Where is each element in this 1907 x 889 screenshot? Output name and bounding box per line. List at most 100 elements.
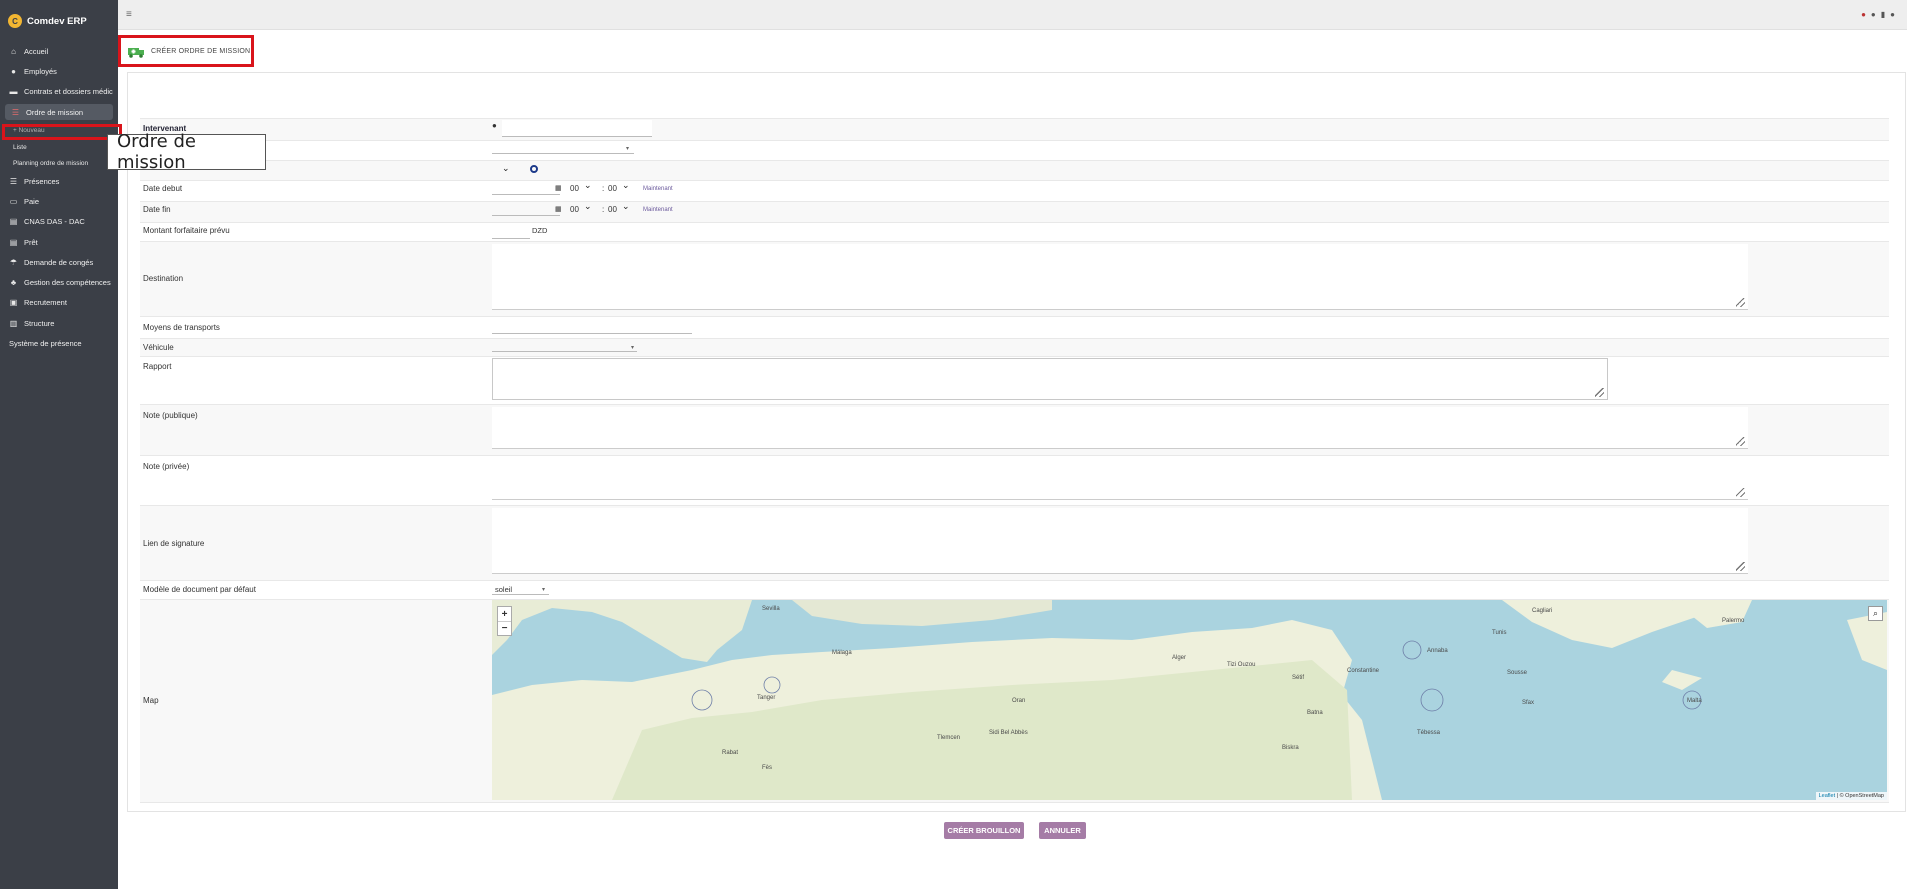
date-debut-hour[interactable]: 00: [570, 184, 579, 193]
map[interactable]: Sevilla Málaga Tanger Oran Alger Tizi Ou…: [492, 600, 1887, 800]
brand[interactable]: C Comdev ERP: [8, 14, 87, 28]
topbar-icons: ● ● ▮ ●: [1861, 10, 1895, 19]
intervenant-input[interactable]: [502, 120, 652, 137]
sidebar-subitem-liste[interactable]: Liste: [13, 144, 27, 151]
date-fin-now-link[interactable]: Maintenant: [643, 207, 673, 213]
folder-icon: ▬: [9, 86, 18, 96]
time-separator: :: [602, 184, 605, 193]
sidebar-subitem-nouveau[interactable]: + Nouveau: [13, 127, 45, 134]
leaflet-link[interactable]: Leaflet: [1819, 793, 1836, 799]
montant-input[interactable]: [492, 224, 530, 239]
map-label-place: Rabat: [722, 750, 739, 756]
sidebar-item-pret[interactable]: ▤ Prêt: [0, 234, 118, 250]
map-label-place: Tanger: [757, 695, 776, 701]
topbar: ≡ ● ● ▮ ●: [118, 0, 1907, 30]
note-publique-textarea[interactable]: [492, 407, 1748, 449]
montant-label: Montant forfaitaire prévu: [143, 226, 230, 235]
map-label-place: Tébessa: [1417, 730, 1441, 736]
chevron-down-icon[interactable]: ⌄: [622, 201, 630, 212]
sidebar-item-cnas[interactable]: ▤ CNAS DAS - DAC: [0, 213, 118, 229]
sidebar-item-structure[interactable]: ▥ Structure: [0, 315, 118, 331]
date-fin-label: Date fin: [143, 205, 171, 214]
resize-grip-icon[interactable]: [1736, 298, 1745, 307]
chevron-down-icon: ▾: [631, 345, 635, 351]
row-date-debut: [140, 180, 1889, 201]
vehicule-label: Véhicule: [143, 343, 174, 352]
user-icon: ●: [492, 121, 497, 130]
rapport-textarea[interactable]: [492, 358, 1608, 400]
chevron-down-icon[interactable]: ⌄: [584, 180, 592, 191]
row-modele: [140, 580, 1889, 599]
sidebar-item-employes[interactable]: ● Employés: [0, 63, 118, 79]
row-date-fin: [140, 201, 1889, 222]
sidebar-item-competences[interactable]: ♣ Gestion des compétences: [0, 274, 118, 290]
map-label-place: Fès: [762, 765, 773, 771]
date-debut-minute[interactable]: 00: [608, 184, 617, 193]
sidebar-item-conges[interactable]: ☂ Demande de congés: [0, 254, 118, 270]
map-label-place: Sétif: [1292, 675, 1305, 681]
select-field-1[interactable]: [492, 142, 634, 154]
tooltip: Ordre de mission: [107, 131, 266, 173]
page-title: CRÉER ORDRE DE MISSION: [151, 47, 251, 55]
map-label-place: Sidi Bel Abbès: [989, 730, 1028, 736]
sidebar-item-accueil[interactable]: ⌂ Accueil: [0, 43, 118, 59]
sidebar-item-ordre-de-mission[interactable]: ☰ Ordre de mission: [5, 104, 113, 120]
document-icon: ▤: [9, 237, 18, 247]
date-fin-input[interactable]: [492, 202, 560, 216]
zoom-out-button[interactable]: −: [498, 621, 511, 635]
note-privee-label: Note (privée): [143, 462, 190, 471]
mission-vehicle-icon: [128, 47, 144, 58]
page-title-box: CRÉER ORDRE DE MISSION: [118, 35, 254, 67]
messages-icon[interactable]: ●: [1871, 10, 1876, 19]
sidebar-item-presences[interactable]: ☰ Présences: [0, 173, 118, 189]
user-avatar-icon[interactable]: ●: [1890, 10, 1895, 19]
chevron-down-icon[interactable]: ⌄: [502, 163, 510, 174]
zoom-in-button[interactable]: +: [498, 607, 511, 621]
date-fin-hour[interactable]: 00: [570, 205, 579, 214]
briefcase-icon: ▣: [9, 297, 18, 307]
osm-attribution[interactable]: | © OpenStreetMap: [1837, 793, 1884, 799]
modele-label: Modèle de document par défaut: [143, 585, 256, 594]
cancel-button[interactable]: ANNULER: [1039, 822, 1086, 839]
sidebar: C Comdev ERP ⌂ Accueil ● Employés ▬ Contrat…: [0, 0, 122, 889]
lien-signature-textarea[interactable]: [492, 508, 1748, 574]
date-debut-input[interactable]: [492, 181, 560, 195]
map-search-icon[interactable]: ⌕: [1868, 606, 1883, 621]
radio-button[interactable]: [530, 165, 538, 173]
resize-grip-icon[interactable]: [1736, 562, 1745, 571]
row-select-2: [140, 160, 1889, 180]
chevron-down-icon[interactable]: ⌄: [584, 201, 592, 212]
sidebar-item-recrutement[interactable]: ▣ Recrutement: [0, 294, 118, 310]
calendar-icon[interactable]: ▦: [555, 205, 562, 213]
resize-grip-icon[interactable]: [1595, 388, 1604, 397]
sidebar-item-paie[interactable]: ▭ Paie: [0, 193, 118, 209]
sidebar-subitem-planning[interactable]: Planning ordre de mission: [13, 160, 88, 167]
date-fin-minute[interactable]: 00: [608, 205, 617, 214]
rapport-label: Rapport: [143, 362, 172, 371]
chevron-down-icon[interactable]: ⌄: [622, 180, 630, 191]
row-select-1: [140, 140, 1889, 160]
destination-textarea[interactable]: [492, 244, 1748, 310]
sidebar-item-contrats[interactable]: ▬ Contrats et dossiers médic: [0, 83, 118, 99]
moyens-input[interactable]: [492, 318, 692, 334]
date-debut-now-link[interactable]: Maintenant: [643, 186, 673, 192]
print-icon[interactable]: ▮: [1881, 10, 1885, 19]
vehicule-select[interactable]: [492, 340, 637, 352]
calendar-icon[interactable]: ▦: [555, 184, 562, 192]
resize-grip-icon[interactable]: [1736, 437, 1745, 446]
notifications-icon[interactable]: ●: [1861, 10, 1866, 19]
chevron-down-icon: ▾: [626, 146, 630, 152]
menu-toggle-icon[interactable]: ≡: [126, 9, 132, 20]
map-label-place: Alger: [1172, 655, 1187, 661]
map-label-place: Tlemcen: [937, 735, 961, 741]
sidebar-item-systeme-presence[interactable]: Système de présence: [0, 335, 118, 351]
date-debut-label: Date debut: [143, 184, 183, 193]
map-zoom-control: + −: [497, 606, 512, 636]
resize-grip-icon[interactable]: [1736, 488, 1745, 497]
map-label-place: Sfax: [1522, 700, 1535, 706]
create-draft-button[interactable]: CRÉER BROUILLON: [944, 822, 1024, 839]
row-vehicule: [140, 338, 1889, 356]
row-moyens: [140, 316, 1889, 338]
note-privee-textarea[interactable]: [492, 458, 1748, 500]
money-icon: ▭: [9, 196, 18, 206]
